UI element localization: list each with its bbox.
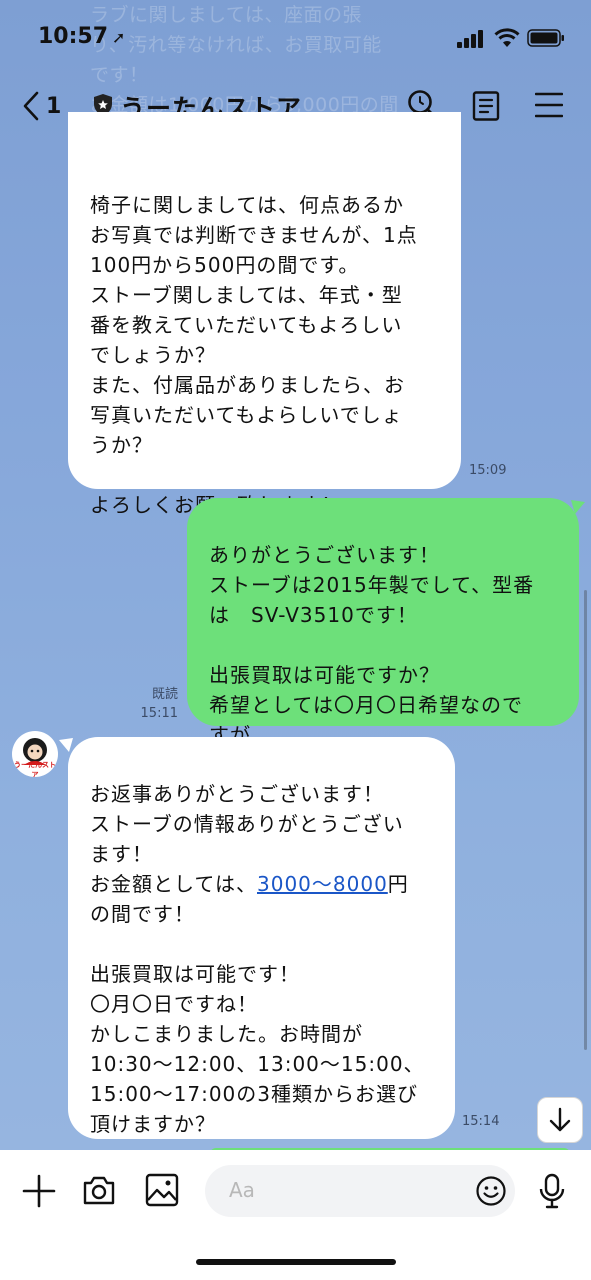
status-time: 10:57 ➚ xyxy=(38,24,125,49)
message-text: ありがとうございます！ ストーブは2015年製でして、型番 は SV-V3510… xyxy=(209,543,535,747)
cellular-signal-icon xyxy=(457,30,483,48)
message-text: の間です！ 出張買取は可能です！ 〇月〇日ですね！ かしこまりました。お時間が … xyxy=(90,902,425,1136)
price-link[interactable]: 3000〜8000 xyxy=(257,872,388,896)
home-indicator xyxy=(196,1259,396,1265)
outgoing-message-bubble[interactable]: ありがとうございます！ ストーブは2015年製でして、型番 は SV-V3510… xyxy=(187,498,579,747)
image-icon[interactable] xyxy=(145,1173,179,1207)
message-text: 椅子に関しましては、何点あるか お写真では判断できませんが、1点 100円から5… xyxy=(90,193,418,517)
incoming-message-bubble[interactable]: 椅子に関しましては、何点あるか お写真では判断できませんが、1点 100円から5… xyxy=(68,112,461,517)
notes-icon[interactable] xyxy=(472,91,500,121)
message-input-bar: Aa xyxy=(0,1150,591,1280)
plus-icon[interactable] xyxy=(22,1174,56,1208)
message-time: 15:09 xyxy=(469,463,507,478)
camera-icon[interactable] xyxy=(82,1174,116,1206)
arrow-down-icon xyxy=(549,1107,571,1132)
message-input-placeholder: Aa xyxy=(229,1178,255,1202)
message-time: 15:14 xyxy=(462,1114,500,1129)
incoming-bubble-tail xyxy=(59,738,73,752)
scroll-to-bottom-button[interactable] xyxy=(537,1097,583,1143)
wifi-icon xyxy=(494,28,520,47)
message-time: 15:11 xyxy=(140,706,178,721)
location-arrow-icon: ➚ xyxy=(112,28,126,47)
message-read-receipt: 既読 15:11 xyxy=(130,686,178,723)
incoming-message-bubble[interactable]: お返事ありがとうございます！ ストーブの情報ありがとうござい ます！ お金額とし… xyxy=(68,737,455,1139)
outgoing-bubble-tail xyxy=(571,500,585,514)
store-avatar[interactable]: うーたんストア xyxy=(12,731,58,777)
mic-icon[interactable] xyxy=(538,1173,566,1209)
chevron-left-icon xyxy=(23,91,39,121)
back-button[interactable]: 1 xyxy=(22,89,72,123)
emoji-icon[interactable] xyxy=(475,1175,507,1207)
battery-icon xyxy=(527,29,564,47)
message-text: 円 xyxy=(387,872,409,896)
menu-icon[interactable] xyxy=(535,92,563,118)
read-status: 既読 xyxy=(151,687,178,702)
status-time-text: 10:57 xyxy=(38,24,109,49)
chat-scrollbar[interactable] xyxy=(584,590,587,1050)
unread-count: 1 xyxy=(46,93,62,119)
avatar-label: うーたんストア xyxy=(14,761,56,777)
status-bar: 10:57 ➚ xyxy=(0,0,591,75)
message-input[interactable]: Aa xyxy=(205,1165,515,1217)
